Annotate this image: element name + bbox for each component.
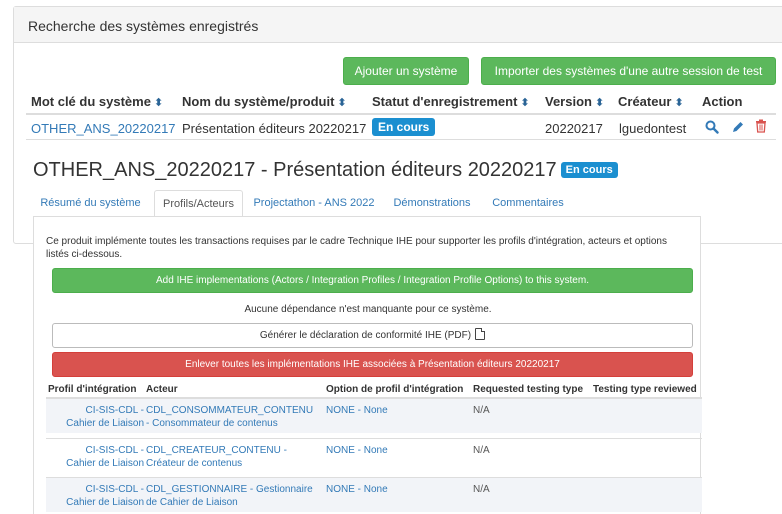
- status-badge: En cours: [560, 162, 618, 178]
- table-header-divider: [26, 113, 776, 115]
- integration-profile-link[interactable]: CI-SIS-CDL - Cahier de Liaison: [48, 483, 144, 509]
- profile-option-link[interactable]: NONE - None: [326, 483, 388, 496]
- sort-icon: ⬍: [520, 97, 530, 109]
- sort-icon: ⬍: [594, 97, 605, 109]
- column-header-action: Action: [702, 94, 743, 109]
- actor-link[interactable]: CDL_CREATEUR_CONTENU - Créateur de conten…: [146, 444, 287, 470]
- column-header-integration-profile: Profil d'intégration: [48, 384, 137, 395]
- status-badge: En cours: [372, 118, 436, 136]
- column-header-actor: Acteur: [146, 384, 178, 395]
- pencil-icon[interactable]: [731, 120, 745, 134]
- profiles-actors-panel: Ce produit implémente toutes les transac…: [33, 216, 702, 514]
- actor-link[interactable]: CDL_GESTIONNAIRE - Gestionnaire de Cahier…: [146, 483, 313, 509]
- search-icon[interactable]: [705, 120, 719, 134]
- requested-testing-type: N/A: [473, 405, 490, 416]
- table-row: CI-SIS-CDL - Cahier de Liaison CDL_GESTIO…: [46, 478, 702, 512]
- sort-icon: ⬍: [153, 97, 164, 109]
- column-header-testing-type-reviewed: Testing type reviewed: [593, 384, 697, 395]
- column-header-profile-option: Option de profil d'intégration: [326, 384, 464, 395]
- profiles-description: Ce produit implémente toutes les transac…: [46, 236, 667, 260]
- table-row: CI-SIS-CDL - Cahier de Liaison CDL_CREATE…: [46, 439, 702, 473]
- add-ihe-implementations-button[interactable]: Add IHE implementations (Actors / Integr…: [52, 268, 693, 293]
- sort-icon: ⬍: [674, 97, 684, 109]
- integration-profile-link[interactable]: CI-SIS-CDL - Cahier de Liaison: [48, 444, 144, 470]
- table-row: CI-SIS-CDL - Cahier de Liaison CDL_CONSOM…: [46, 399, 702, 433]
- column-header-version[interactable]: Version ⬍: [545, 94, 604, 109]
- add-system-button[interactable]: Ajouter un système: [343, 57, 469, 85]
- column-header-keyword[interactable]: Mot clé du système ⬍: [31, 94, 163, 109]
- column-header-status[interactable]: Statut d'enregistrement ⬍: [372, 94, 530, 109]
- tab-comments[interactable]: Commentaires: [488, 190, 568, 217]
- sort-icon: ⬍: [337, 97, 347, 109]
- tab-projectathon[interactable]: Projectathon - ANS 2022: [250, 190, 378, 217]
- integration-profile-link[interactable]: CI-SIS-CDL - Cahier de Liaison: [48, 404, 144, 430]
- panel-title: Recherche des systèmes enregistrés: [14, 7, 782, 43]
- actor-link[interactable]: CDL_CONSOMMATEUR_CONTENU - Consommateur d…: [146, 404, 313, 430]
- tab-system-summary[interactable]: Résumé du système: [33, 190, 148, 217]
- system-detail-title: OTHER_ANS_20220217 - Présentation éditeu…: [33, 159, 618, 182]
- column-header-requested-testing-type: Requested testing type: [473, 384, 584, 395]
- dependency-note: Aucune dépendance n'est manquante pour c…: [244, 304, 492, 315]
- system-keyword-link[interactable]: OTHER_ANS_20220217: [31, 121, 176, 136]
- requested-testing-type: N/A: [473, 445, 490, 456]
- column-header-name[interactable]: Nom du système/produit ⬍: [182, 94, 347, 109]
- tab-profiles-actors[interactable]: Profils/Acteurs: [154, 190, 243, 217]
- system-name: Présentation éditeurs 20220217: [182, 121, 367, 136]
- requested-testing-type: N/A: [473, 484, 490, 495]
- system-version: 20220217: [545, 121, 603, 136]
- import-systems-button[interactable]: Importer des systèmes d'une autre sessio…: [481, 57, 776, 85]
- profile-option-link[interactable]: NONE - None: [326, 404, 388, 417]
- generate-conformity-pdf-button[interactable]: Générer le déclaration de conformité IHE…: [52, 323, 693, 348]
- remove-all-implementations-button[interactable]: Enlever toutes les implémentations IHE a…: [52, 352, 693, 377]
- profile-option-link[interactable]: NONE - None: [326, 444, 388, 457]
- file-pdf-icon: [475, 328, 486, 340]
- column-header-creator[interactable]: Créateur ⬍: [618, 94, 684, 109]
- system-creator: lguedontest: [619, 121, 687, 136]
- tab-demonstrations[interactable]: Démonstrations: [388, 190, 476, 217]
- table-row-divider: [26, 139, 776, 140]
- trash-icon[interactable]: [755, 119, 767, 133]
